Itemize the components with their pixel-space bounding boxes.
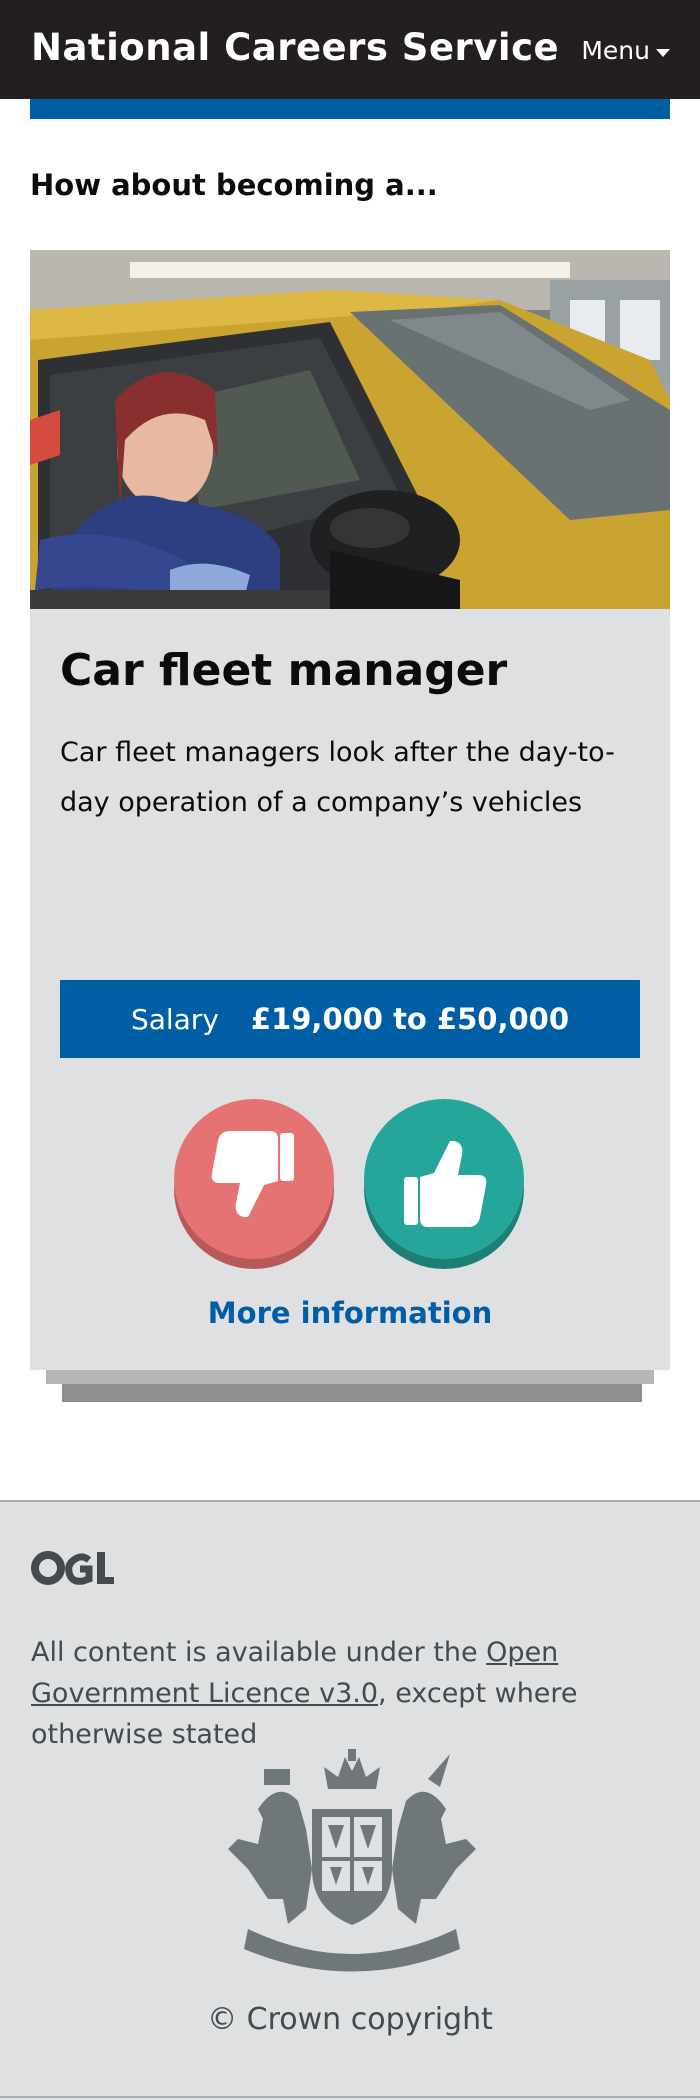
- menu-label: Menu: [581, 36, 650, 65]
- site-brand[interactable]: National Careers Service: [31, 26, 559, 69]
- licence-prefix: All content is available under the: [31, 1637, 487, 1668]
- licence-text: All content is available under the Open …: [31, 1632, 671, 1755]
- thumbs-down-icon: [174, 1099, 334, 1269]
- site-header: National Careers Service Menu: [0, 0, 700, 99]
- salary-label: Salary: [130, 1002, 219, 1036]
- thumbs-up-icon: [364, 1099, 524, 1269]
- suggestion-prompt: How about becoming a...: [30, 168, 438, 202]
- ogl-logo[interactable]: [31, 1550, 115, 1590]
- caret-down-icon: [656, 48, 670, 57]
- header-accent-bar: [30, 99, 670, 119]
- footer-bottom-rule: [0, 2096, 700, 2098]
- royal-coat-of-arms-icon: [228, 1749, 476, 1983]
- job-photo: [30, 250, 670, 609]
- job-description: Car fleet managers look after the day-to…: [60, 737, 615, 818]
- job-card[interactable]: Car fleet manager Car fleet managers loo…: [30, 250, 670, 1370]
- salary-banner: Salary £19,000 to £50,000: [60, 980, 640, 1058]
- salary-value: £19,000 to £50,000: [250, 1002, 570, 1036]
- crown-copyright-link[interactable]: © Crown copyright: [0, 2002, 700, 2037]
- site-footer: All content is available under the Open …: [0, 1500, 700, 2100]
- dislike-button[interactable]: [174, 1099, 334, 1269]
- job-title[interactable]: Car fleet manager: [60, 645, 507, 696]
- menu-button[interactable]: Menu: [581, 36, 670, 65]
- more-information-link[interactable]: More information: [30, 1296, 670, 1330]
- like-button[interactable]: [364, 1099, 524, 1269]
